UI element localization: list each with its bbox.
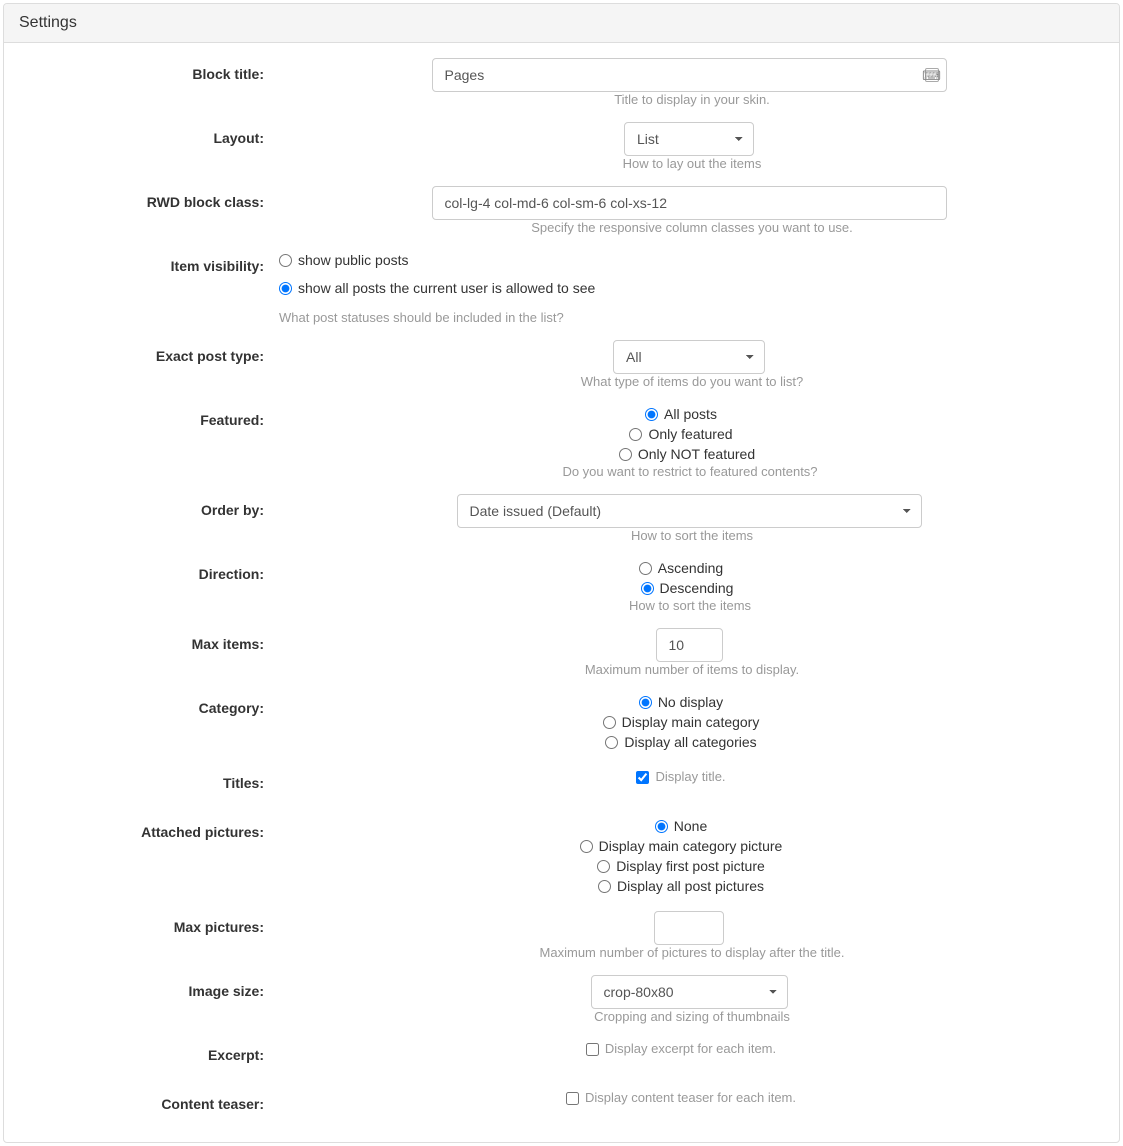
maxpics-input[interactable] (654, 911, 724, 945)
featured-not-label: Only NOT featured (638, 444, 755, 464)
visibility-public-label: show public posts (298, 250, 409, 270)
titles-check-label: Display title. (655, 767, 725, 787)
featured-not-radio[interactable] (619, 448, 632, 461)
excerpt-check-label: Display excerpt for each item. (605, 1039, 776, 1059)
block-title-help: Title to display in your skin. (614, 92, 770, 107)
imgsize-select[interactable]: crop-80x80 (591, 975, 788, 1009)
visibility-all[interactable]: show all posts the current user is allow… (279, 278, 1083, 298)
category-all-label: Display all categories (624, 732, 756, 752)
visibility-help: What post statuses should be included in… (279, 310, 1099, 325)
pictures-all[interactable]: Display all post pictures (598, 876, 764, 896)
orderby-label: Order by: (24, 494, 279, 521)
pictures-all-radio[interactable] (598, 880, 611, 893)
category-none-label: No display (658, 692, 723, 712)
direction-label: Direction: (24, 558, 279, 585)
direction-desc[interactable]: Descending (641, 578, 734, 598)
panel-title: Settings (4, 4, 1119, 43)
settings-panel: Settings Block title: ⌨ Title to display… (3, 3, 1120, 1143)
autofill-icon: ⌨ (925, 68, 939, 82)
teaser-check-label: Display content teaser for each item. (585, 1088, 796, 1108)
imgsize-label: Image size: (24, 975, 279, 1002)
titles-checkbox[interactable] (636, 771, 649, 784)
featured-all-label: All posts (664, 404, 717, 424)
featured-label: Featured: (24, 404, 279, 431)
direction-asc-radio[interactable] (639, 562, 652, 575)
pictures-label: Attached pictures: (24, 816, 279, 843)
excerpt-check[interactable]: Display excerpt for each item. (586, 1039, 776, 1059)
direction-help: How to sort the items (629, 598, 751, 613)
maxitems-input[interactable] (656, 628, 723, 662)
visibility-label: Item visibility: (24, 250, 279, 277)
pictures-maincat[interactable]: Display main category picture (580, 836, 783, 856)
pictures-maincat-label: Display main category picture (599, 836, 783, 856)
featured-all-radio[interactable] (645, 408, 658, 421)
maxpics-help: Maximum number of pictures to display af… (540, 945, 845, 960)
category-none[interactable]: No display (639, 692, 723, 712)
visibility-public[interactable]: show public posts (279, 250, 1083, 270)
category-label: Category: (24, 692, 279, 719)
pictures-all-label: Display all post pictures (617, 876, 764, 896)
maxpics-label: Max pictures: (24, 911, 279, 938)
panel-body: Block title: ⌨ Title to display in your … (4, 43, 1119, 1142)
visibility-all-radio[interactable] (279, 282, 292, 295)
titles-check[interactable]: Display title. (636, 767, 725, 787)
excerpt-label: Excerpt: (24, 1039, 279, 1066)
pictures-first[interactable]: Display first post picture (597, 856, 765, 876)
direction-desc-radio[interactable] (641, 582, 654, 595)
posttype-select[interactable]: All (613, 340, 765, 374)
layout-help: How to lay out the items (623, 156, 762, 171)
titles-label: Titles: (24, 767, 279, 794)
maxitems-help: Maximum number of items to display. (585, 662, 799, 677)
pictures-none-label: None (674, 816, 707, 836)
pictures-first-label: Display first post picture (616, 856, 765, 876)
category-main[interactable]: Display main category (603, 712, 760, 732)
featured-all[interactable]: All posts (645, 404, 717, 424)
pictures-none[interactable]: None (655, 816, 707, 836)
category-main-label: Display main category (622, 712, 760, 732)
imgsize-help: Cropping and sizing of thumbnails (594, 1009, 790, 1024)
visibility-public-radio[interactable] (279, 254, 292, 267)
direction-desc-label: Descending (660, 578, 734, 598)
featured-not[interactable]: Only NOT featured (619, 444, 755, 464)
visibility-all-label: show all posts the current user is allow… (298, 278, 595, 298)
orderby-help: How to sort the items (631, 528, 753, 543)
pictures-first-radio[interactable] (597, 860, 610, 873)
teaser-checkbox[interactable] (566, 1092, 579, 1105)
posttype-help: What type of items do you want to list? (581, 374, 804, 389)
featured-only[interactable]: Only featured (629, 424, 732, 444)
featured-only-radio[interactable] (629, 428, 642, 441)
block-title-input[interactable] (432, 58, 947, 92)
rwd-label: RWD block class: (24, 186, 279, 213)
teaser-check[interactable]: Display content teaser for each item. (566, 1088, 796, 1108)
maxitems-label: Max items: (24, 628, 279, 655)
teaser-label: Content teaser: (24, 1088, 279, 1115)
layout-label: Layout: (24, 122, 279, 149)
rwd-help: Specify the responsive column classes yo… (531, 220, 853, 235)
category-all-radio[interactable] (605, 736, 618, 749)
block-title-label: Block title: (24, 58, 279, 85)
direction-asc-label: Ascending (658, 558, 723, 578)
pictures-none-radio[interactable] (655, 820, 668, 833)
featured-help: Do you want to restrict to featured cont… (562, 464, 817, 479)
direction-asc[interactable]: Ascending (639, 558, 723, 578)
layout-select[interactable]: List (624, 122, 754, 156)
category-none-radio[interactable] (639, 696, 652, 709)
rwd-input[interactable] (432, 186, 947, 220)
featured-only-label: Only featured (648, 424, 732, 444)
excerpt-checkbox[interactable] (586, 1043, 599, 1056)
category-main-radio[interactable] (603, 716, 616, 729)
posttype-label: Exact post type: (24, 340, 279, 367)
orderby-select[interactable]: Date issued (Default) (457, 494, 922, 528)
category-all[interactable]: Display all categories (605, 732, 756, 752)
